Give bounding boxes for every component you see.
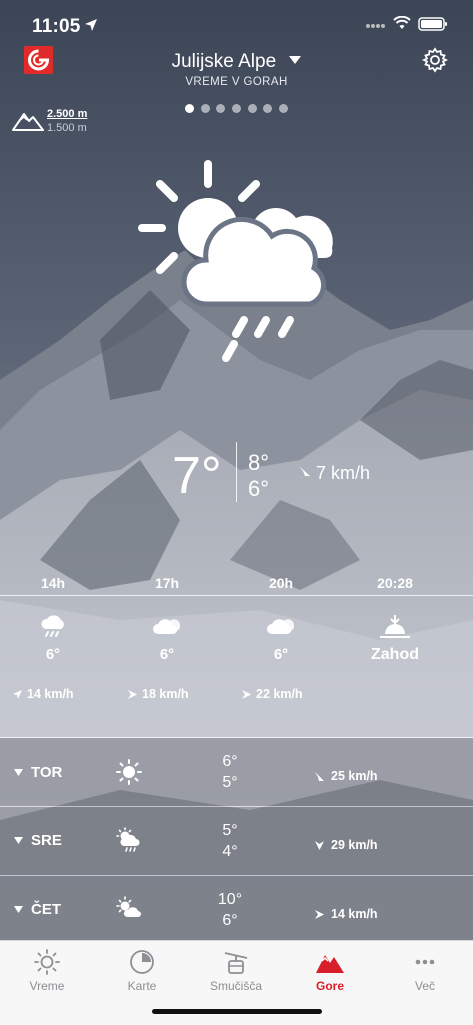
tab-vec[interactable]: Več (378, 949, 472, 993)
sunset-label: Zahod (371, 646, 419, 663)
hour-wind: 18 km/h (142, 687, 189, 701)
hour-label: 20:28 (377, 575, 413, 591)
tab-vreme[interactable]: Vreme (0, 949, 94, 993)
battery-icon (418, 17, 447, 31)
chevron-down-icon (14, 769, 23, 776)
cable-car-icon (224, 952, 248, 974)
day-min-temp: 6° (222, 912, 238, 929)
sun-cloud-rain-icon (138, 160, 333, 362)
daily-row[interactable]: TOR 6° 5° 25 km/h (0, 738, 473, 806)
chevron-down-icon (14, 837, 23, 844)
day-label: TOR (31, 764, 63, 781)
location-subtitle: VREME V GORAH (185, 76, 288, 88)
sun-cloud-rain-icon (116, 827, 140, 852)
sunset-icon (380, 615, 410, 638)
wind-direction-icon (299, 466, 310, 476)
current-max-temp: 8° (248, 450, 270, 475)
cloud-icon (267, 619, 295, 634)
daily-row[interactable]: SRE 5° 4° 29 km/h (0, 807, 473, 875)
hour-label: 20h (268, 575, 294, 591)
sun-icon (116, 759, 142, 785)
wind-direction-icon (242, 690, 251, 699)
hour-temperature: 6° (45, 646, 61, 663)
day-max-temp: 10° (217, 891, 243, 908)
wind-direction-icon (128, 690, 137, 699)
chevron-down-icon (289, 56, 302, 64)
cloud-icon (153, 619, 181, 634)
wind-direction-icon (13, 690, 22, 699)
gear-icon[interactable] (422, 47, 448, 73)
cloud-rain-icon (41, 615, 64, 637)
sun-icon (34, 949, 60, 975)
cellular-signal-icon (366, 24, 385, 28)
hour-label: 14h (40, 575, 66, 591)
location-title: Julijske Alpe (171, 51, 277, 72)
day-max-temp: 6° (222, 753, 238, 770)
day-label: ČET (31, 901, 61, 918)
current-min-temp: 6° (248, 476, 270, 501)
status-time: 11:05 (32, 16, 81, 37)
wind-direction-icon (315, 772, 324, 781)
location-selector[interactable]: Julijske Alpe (0, 51, 473, 73)
day-label: SRE (31, 832, 62, 849)
mountain-icon (316, 955, 344, 973)
page-dot[interactable] (263, 104, 273, 113)
page-dot[interactable] (278, 104, 288, 113)
page-dot[interactable] (185, 104, 195, 113)
wind-direction-icon (315, 841, 324, 850)
sun-cloud-icon (116, 896, 141, 917)
tab-smucisca[interactable]: Smučišča (189, 949, 283, 993)
home-indicator[interactable] (152, 1009, 322, 1014)
day-wind: 29 km/h (331, 838, 378, 852)
tab-label: Gore (315, 979, 344, 993)
wind-direction-icon (315, 910, 324, 919)
hour-temperature: 6° (159, 646, 175, 663)
divider (0, 595, 473, 596)
chevron-down-icon (14, 906, 23, 913)
page-dot[interactable] (232, 104, 241, 113)
page-dot[interactable] (216, 104, 226, 113)
location-arrow-icon (85, 19, 97, 31)
status-bar: 11:05 (0, 0, 473, 48)
daily-row[interactable]: ČET 10° 6° 14 km/h (0, 876, 473, 940)
hour-wind: 22 km/h (256, 687, 303, 701)
day-max-temp: 5° (222, 822, 238, 839)
tab-label: Smučišča (209, 979, 262, 993)
current-wind: 7 km/h (316, 463, 371, 483)
hour-label: 17h (154, 575, 180, 591)
page-dot[interactable] (247, 104, 257, 113)
tab-label: Več (414, 979, 435, 993)
more-icon (415, 959, 435, 965)
hour-wind: 14 km/h (27, 687, 74, 701)
page-dot[interactable] (200, 104, 210, 113)
hour-temperature: 6° (273, 646, 289, 663)
tab-gore[interactable]: Gore (283, 949, 377, 993)
day-wind: 14 km/h (331, 907, 378, 921)
altitude-low[interactable]: 1.500 m (47, 122, 87, 134)
tab-label: Karte (127, 979, 157, 993)
day-min-temp: 5° (222, 774, 238, 791)
tab-karte[interactable]: Karte (95, 949, 189, 993)
current-temperature: 7° (172, 447, 222, 505)
divider (236, 442, 237, 502)
map-icon (130, 950, 154, 974)
day-wind: 25 km/h (331, 769, 378, 783)
wifi-icon (393, 16, 411, 29)
altitude-high[interactable]: 2.500 m (47, 108, 87, 120)
tab-label: Vreme (29, 979, 65, 993)
day-min-temp: 4° (222, 843, 238, 860)
altitude-mountain-icon[interactable] (12, 108, 44, 132)
